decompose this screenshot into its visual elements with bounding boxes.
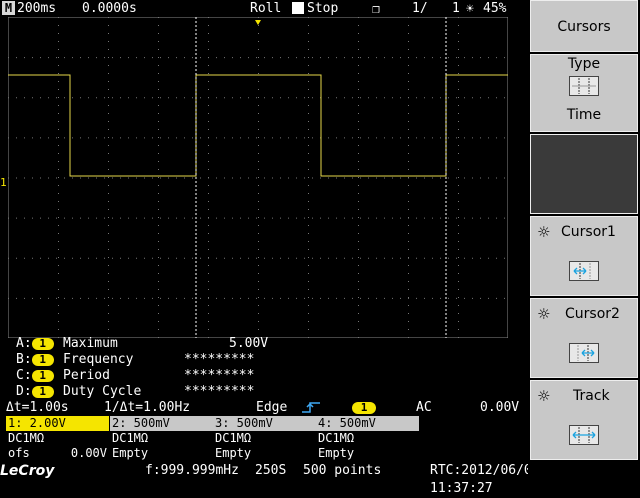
measurement-name: Maximum [63,336,118,351]
brightness-icon: ☀ [466,2,474,17]
waveform-display[interactable] [8,17,508,338]
channel-1-marker[interactable]: 1 [0,175,8,191]
top-status-bar: M 200ms 0.0000s Roll Stop ❐ 1/ 1 ☀ 45% [0,0,528,17]
type-value: Time [566,107,602,123]
menu-title: Cursors [530,0,638,52]
measurement-slot: D: [16,384,32,399]
measurement-name: Duty Cycle [63,384,142,399]
measurement-slot: C: [16,368,32,383]
measurement-name: Frequency [63,352,134,367]
pages-icon: ❐ [372,2,380,17]
knob-icon: ☼ [537,305,551,323]
knob-icon: ☼ [537,387,551,405]
cursor2-label: Cursor2 [565,306,620,322]
timebase-readout[interactable]: 200ms [17,0,56,17]
channel-badge: 1 [31,353,54,366]
measurement-value: 5.00V [229,336,269,351]
knob-icon: ☼ [537,223,551,241]
time-cursor-icon [569,76,599,96]
page-number: 1/ [412,1,428,16]
inverse-delta-t: 1/Δt=1.00Hz [104,400,191,415]
channel-2-header: 2: 500mV [110,416,213,431]
measurement-name: Period [63,368,110,383]
cursor1-position-icon [569,261,599,281]
channel-3-coupling: DC1MΩ [215,431,252,445]
frequency-counter: f:999.999mHz [145,463,239,478]
channel-2-coupling: DC1MΩ [112,431,149,445]
channel-badge: 1 [31,385,54,398]
measurement-slot: A: [16,336,32,351]
softkey-menu: Cursors Type Time ☼ Cursor1 ☼ Cursor2 ☼ … [528,0,640,480]
measurement-c[interactable]: C: 1 Period ********* [16,368,276,384]
track-label: Track [573,388,610,404]
channel-3-status: Empty [215,446,252,460]
measurement-slot: B: [16,352,32,367]
channel-3-box[interactable]: 3: 500mV DC1MΩ Empty [213,416,316,462]
delta-t: Δt=1.00s [6,400,69,415]
measurement-a[interactable]: A: 1 Maximum 5.00V [16,336,276,352]
channel-badge: 1 [31,337,54,350]
measurement-d[interactable]: D: 1 Duty Cycle ********* [16,384,276,400]
brightness-value: 45% [483,1,507,16]
channel-badge: 1 [31,369,54,382]
cursor1-label: Cursor1 [561,224,616,240]
channel-1-offset-row: ofs 0.00V [6,446,109,461]
roll-indicator: Roll [250,1,282,16]
trigger-type[interactable]: Edge [256,400,287,416]
trigger-level: 0.00V [480,400,520,415]
cursor-readout-row: Δt=1.00s 1/Δt=1.00Hz Edge 1 AC 0.00V [0,400,528,416]
cursor2-softkey[interactable]: ☼ Cursor2 [530,298,638,378]
track-cursors-icon [569,425,599,445]
brand-logo: LeCroy [0,463,55,479]
trigger-channel-badge: 1 [352,402,376,414]
trigger-coupling: AC [416,400,432,415]
channel-1-offset-label: ofs [8,446,30,460]
mode-badge: M [2,1,15,15]
page-total: 1 [452,1,460,16]
run-state[interactable]: Stop [307,0,338,17]
channel-4-box[interactable]: 4: 500mV DC1MΩ Empty [316,416,419,462]
type-softkey[interactable]: Type Time [530,54,638,132]
record-length: 500 points [303,463,382,478]
track-softkey[interactable]: ☼ Track [530,380,638,460]
channel-1-box[interactable]: 1: 2.00V DC1MΩ ofs 0.00V [6,416,109,462]
measurement-value: ********* [184,384,255,399]
channel-4-status: Empty [318,446,355,460]
stop-square-icon [292,2,304,14]
measurement-b[interactable]: B: 1 Frequency ********* [16,352,276,368]
cursor1-softkey[interactable]: ☼ Cursor1 [530,216,638,296]
empty-softkey[interactable] [530,134,638,214]
channel-1-coupling: DC1MΩ [8,431,45,445]
bottom-status-bar: LeCroy f:999.999mHz 250S 500 points RTC:… [0,462,540,496]
channel-4-coupling: DC1MΩ [318,431,355,445]
sample-rate: 250S [255,463,287,478]
channel-4-header: 4: 500mV [316,416,419,431]
measurement-value: ********* [184,368,255,383]
cursor2-position-icon [569,343,599,363]
channel-1-offset-value: 0.00V [70,446,107,460]
channel-1-header: 1: 2.00V [6,416,109,431]
channel-3-header: 3: 500mV [213,416,316,431]
type-label: Type [567,56,601,72]
delay-readout[interactable]: 0.0000s [82,0,137,17]
channel-2-status: Empty [112,446,149,460]
channel-2-box[interactable]: 2: 500mV DC1MΩ Empty [110,416,213,462]
measurement-value: ********* [184,352,255,367]
rtc-clock: RTC:2012/06/09 11:37:27 [430,463,540,496]
